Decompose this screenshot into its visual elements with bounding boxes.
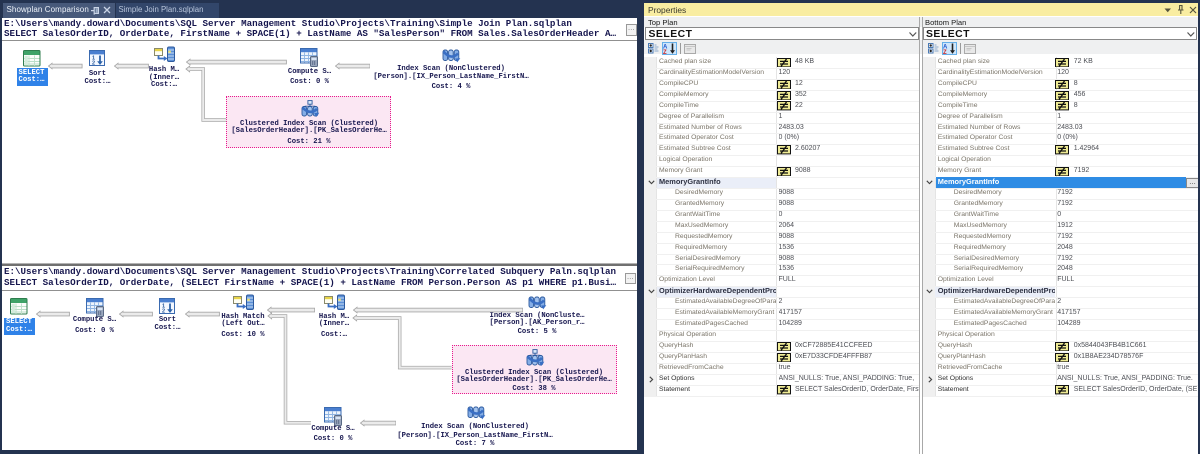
svg-text:Z: Z bbox=[943, 50, 947, 54]
svg-text:Z: Z bbox=[663, 50, 667, 54]
svg-text:2: 2 bbox=[162, 309, 165, 315]
svg-text:2: 2 bbox=[92, 61, 95, 67]
